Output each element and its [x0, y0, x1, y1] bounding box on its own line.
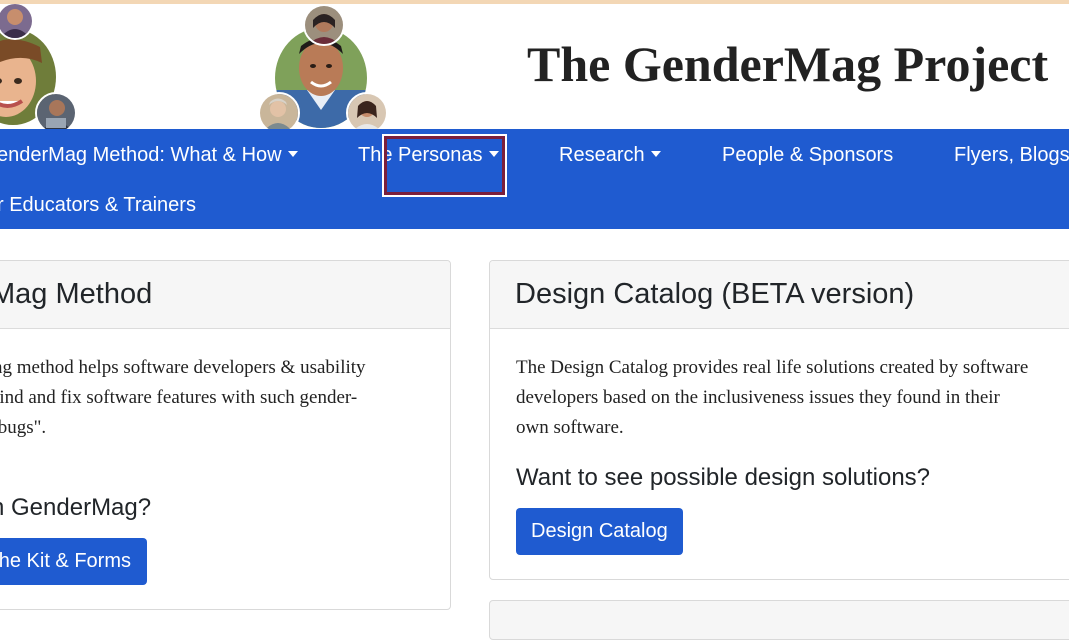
- design-catalog-card: Design Catalog (BETA version) The Design…: [489, 260, 1069, 580]
- persona-photo-small-right-center: [346, 92, 388, 129]
- gendermag-method-card: Mag Method ng method helps software deve…: [0, 260, 451, 610]
- card-header: Design Catalog (BETA version): [490, 261, 1069, 329]
- card-question: Want to see possible design solutions?: [516, 464, 931, 491]
- caret-down-icon: [287, 150, 298, 157]
- nav-item-label: r Educators & Trainers: [0, 194, 196, 216]
- card-text-line: own software.: [516, 417, 624, 438]
- kit-forms-button[interactable]: he Kit & Forms: [0, 538, 147, 585]
- nav-item-label: Flyers, Blogs: [954, 144, 1069, 166]
- nav-item-gendermag-method[interactable]: enderMag Method: What & How: [0, 143, 298, 167]
- caret-down-icon: [650, 150, 661, 157]
- nav-item-educators-trainers[interactable]: r Educators & Trainers: [0, 193, 196, 217]
- card-text-line: The Design Catalog provides real life so…: [516, 357, 1029, 378]
- card-description: ng method helps software developers & us…: [0, 353, 450, 443]
- nav-item-label: Research: [559, 144, 645, 166]
- nav-item-people-sponsors[interactable]: People & Sponsors: [722, 143, 893, 167]
- site-header: The GenderMag Project: [0, 4, 1069, 129]
- main-navbar: enderMag Method: What & How The Personas…: [0, 129, 1069, 229]
- nav-item-flyers-blogs[interactable]: Flyers, Blogs: [954, 143, 1069, 167]
- persona-photo-small-top-center: [303, 4, 345, 46]
- card-text-line: developers based on the inclusiveness is…: [516, 387, 1000, 408]
- card-header: Mag Method: [0, 261, 450, 329]
- nav-item-the-personas[interactable]: The Personas: [358, 143, 499, 167]
- nav-item-label: People & Sponsors: [722, 144, 894, 166]
- card-title: Mag Method: [0, 278, 153, 310]
- persona-photo-small-left-center: [258, 92, 300, 129]
- persona-photo-small-bottom-left: [35, 92, 77, 129]
- card-text-line: ng method helps software developers & us…: [0, 357, 366, 378]
- card-text-line: bugs".: [0, 417, 47, 438]
- nav-item-label: enderMag Method: What & How: [0, 144, 282, 166]
- card-question: n GenderMag?: [0, 494, 152, 521]
- design-catalog-button[interactable]: Design Catalog: [516, 508, 683, 555]
- card-description: The Design Catalog provides real life so…: [516, 353, 1069, 443]
- nav-item-label: The Personas: [358, 144, 483, 166]
- nav-item-research[interactable]: Research: [559, 143, 661, 167]
- caret-down-icon: [488, 150, 499, 157]
- site-title: The GenderMag Project: [527, 36, 1049, 92]
- card-text-line: find and fix software features with such…: [0, 387, 358, 408]
- card-title: Design Catalog (BETA version): [515, 278, 915, 310]
- next-card-partial: [489, 600, 1069, 640]
